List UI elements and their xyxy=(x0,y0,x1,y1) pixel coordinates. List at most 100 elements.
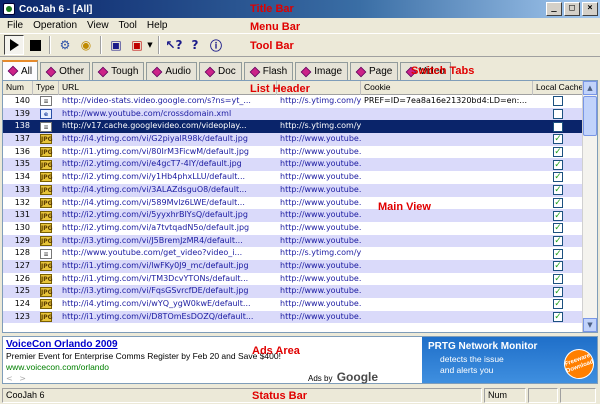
local-cache-checkbox[interactable]: ✓ xyxy=(553,273,563,284)
tab-audio[interactable]: Audio xyxy=(146,62,197,80)
menu-operation[interactable]: Operation xyxy=(28,20,82,31)
tab-other[interactable]: Other xyxy=(40,62,91,80)
row-num: 131 xyxy=(14,210,30,220)
vertical-scrollbar[interactable]: ▲ ▼ xyxy=(582,81,597,332)
local-cache-checkbox[interactable]: ✓ xyxy=(553,159,563,170)
table-row[interactable]: 132 JPG http://i4.ytimg.com/vi/589Mvlz6LWE… xyxy=(3,197,583,210)
table-row[interactable]: 125 JPG http://i3.ytimg.com/vi/FqsGSvrcfDE… xyxy=(3,285,583,298)
table-row[interactable]: 124 JPG http://i4.ytimg.com/vi/wYQ_ygW0kwE… xyxy=(3,298,583,311)
save-button[interactable]: ▣ xyxy=(106,35,126,55)
local-cache-checkbox[interactable] xyxy=(553,96,563,107)
menu-tool[interactable]: Tool xyxy=(114,20,142,31)
ad-title-link[interactable]: VoiceCon Orlando 2009 xyxy=(6,339,306,350)
table-row[interactable]: 127 JPG http://i1.ytimg.com/vi/lwFKy0J9_mc… xyxy=(3,259,583,273)
local-cache-checkbox[interactable]: ✓ xyxy=(553,286,563,297)
local-cache-checkbox[interactable]: ✓ xyxy=(553,248,563,259)
row-local-cache xyxy=(533,95,583,108)
row-num: 138 xyxy=(14,121,30,131)
scroll-thumb[interactable] xyxy=(583,96,597,136)
row-type: JPG xyxy=(33,146,59,159)
ad-nav-arrows[interactable]: < > xyxy=(6,374,28,383)
local-cache-checkbox[interactable]: ✓ xyxy=(553,197,563,208)
config-button[interactable]: ⚙ xyxy=(55,35,75,55)
local-cache-checkbox[interactable]: ✓ xyxy=(553,261,563,272)
table-row[interactable]: 137 JPG http://i4.ytimg.com/vi/G2piyalR98k… xyxy=(3,133,583,146)
tab-label: Flash xyxy=(262,66,288,77)
row-url: http://i4.ytimg.com/vi/589Mvlz6LWE/defau… xyxy=(62,197,245,207)
table-row[interactable]: 126 JPG http://i1.ytimg.com/vi/TM3DcvYTONs… xyxy=(3,273,583,286)
table-row[interactable]: 123 JPG http://i1.ytimg.com/vi/D8TOmEsDOZQ… xyxy=(3,310,583,324)
tab-all[interactable]: All xyxy=(2,60,39,80)
banner-ad[interactable]: PRTG Network Monitor detects the issue a… xyxy=(422,337,599,384)
local-cache-checkbox[interactable]: ✓ xyxy=(553,210,563,221)
local-cache-checkbox[interactable]: ✓ xyxy=(553,147,563,158)
table-row[interactable]: 129 JPG http://i3.ytimg.com/vi/J5BremJzMR4… xyxy=(3,234,583,248)
local-cache-checkbox[interactable]: ✓ xyxy=(553,223,563,234)
row-num: 123 xyxy=(14,311,30,321)
image-file-icon: JPG xyxy=(40,223,53,234)
row-type: JPG xyxy=(33,298,59,311)
local-cache-checkbox[interactable]: ✓ xyxy=(553,134,563,145)
table-row[interactable]: 128 ≡ http://www.youtube.com/get_video?vid… xyxy=(3,247,583,260)
tab-tough[interactable]: Tough xyxy=(92,62,145,80)
freeware-download-badge[interactable]: Freeware Download xyxy=(559,344,599,384)
save-dropdown-button[interactable]: ▼ xyxy=(146,35,154,55)
table-row[interactable]: 135 JPG http://i2.ytimg.com/vi/e4gcT7-4IY/… xyxy=(3,158,583,172)
status-num-lock: Num xyxy=(484,387,526,403)
local-cache-checkbox[interactable] xyxy=(553,109,563,120)
tab-page[interactable]: Page xyxy=(350,62,399,80)
info-button[interactable]: ⓘ xyxy=(206,35,226,55)
scroll-down-button[interactable]: ▼ xyxy=(583,318,597,332)
ad-url-link[interactable]: www.voicecon.com/orlando xyxy=(6,362,306,372)
row-type: JPG xyxy=(33,197,59,210)
tab-flash[interactable]: Flash xyxy=(243,62,294,80)
filter-button[interactable]: ◉ xyxy=(76,35,96,55)
table-row[interactable]: 130 JPG http://i2.ytimg.com/vi/a7tvtqadN5o… xyxy=(3,222,583,235)
question-button[interactable]: ? xyxy=(185,35,205,55)
table-row[interactable]: 138 ≡ http://v17.cache.googlevideo.com/vid… xyxy=(3,120,583,134)
table-row[interactable]: 139 e http://www.youtube.com/crossdomain.x… xyxy=(3,107,583,121)
tab-doc[interactable]: Doc xyxy=(198,62,242,80)
close-button[interactable]: × xyxy=(582,2,598,16)
tab-video[interactable]: Video xyxy=(400,62,451,80)
maximize-button[interactable]: □ xyxy=(564,2,580,16)
image-file-icon: JPG xyxy=(40,261,53,272)
column-local-cache[interactable]: Local Cache xyxy=(533,81,583,95)
image-file-icon: JPG xyxy=(40,172,53,183)
local-cache-checkbox[interactable] xyxy=(553,121,563,132)
start-button[interactable] xyxy=(4,35,24,55)
scroll-up-button[interactable]: ▲ xyxy=(583,81,597,95)
diamond-icon xyxy=(7,65,19,77)
column-referer[interactable] xyxy=(277,81,361,95)
column-num[interactable]: Num xyxy=(3,81,33,95)
context-help-button[interactable]: ↖? xyxy=(164,35,184,55)
local-cache-checkbox[interactable]: ✓ xyxy=(553,235,563,246)
tab-image[interactable]: Image xyxy=(295,62,349,80)
save-icon: ▣ xyxy=(110,38,122,52)
row-cookie: PREF=ID=7ea8a16e21320bd4:LD=en:... xyxy=(364,96,527,105)
row-referer: http://www.youtube.com... xyxy=(280,222,361,232)
menu-file[interactable]: File xyxy=(2,20,28,31)
table-row[interactable]: 133 JPG http://i4.ytimg.com/vi/3ALAZdsguO8… xyxy=(3,183,583,197)
row-type: JPG xyxy=(33,222,59,235)
stop-button[interactable] xyxy=(25,35,45,55)
app-icon[interactable] xyxy=(3,3,15,15)
red-save-button[interactable]: ▣ xyxy=(127,35,147,55)
table-row[interactable]: 136 JPG http://i1.ytimg.com/vi/80IrM3FicwM… xyxy=(3,146,583,159)
local-cache-checkbox[interactable]: ✓ xyxy=(553,312,563,323)
ads-by-google[interactable]: Ads by Google xyxy=(308,370,378,384)
table-row[interactable]: 131 JPG http://i2.ytimg.com/vi/5yyxhrBIYsQ… xyxy=(3,209,583,222)
local-cache-checkbox[interactable]: ✓ xyxy=(553,299,563,310)
ads-by-label: Ads by xyxy=(308,374,333,383)
column-cookie[interactable]: Cookie xyxy=(361,81,533,95)
column-type[interactable]: Type xyxy=(33,81,59,95)
minimize-button[interactable]: _ xyxy=(546,2,562,16)
menu-view[interactable]: View xyxy=(82,20,114,31)
menu-help[interactable]: Help xyxy=(142,20,173,31)
table-row[interactable]: 140 ≡ http://video-stats.video.google.com/… xyxy=(3,95,583,108)
local-cache-checkbox[interactable]: ✓ xyxy=(553,185,563,196)
column-url[interactable]: URL xyxy=(59,81,277,95)
local-cache-checkbox[interactable]: ✓ xyxy=(553,172,563,183)
diamond-icon xyxy=(152,66,163,77)
table-row[interactable]: 134 JPG http://i2.ytimg.com/vi/y1Hb4phxLLU… xyxy=(3,171,583,184)
